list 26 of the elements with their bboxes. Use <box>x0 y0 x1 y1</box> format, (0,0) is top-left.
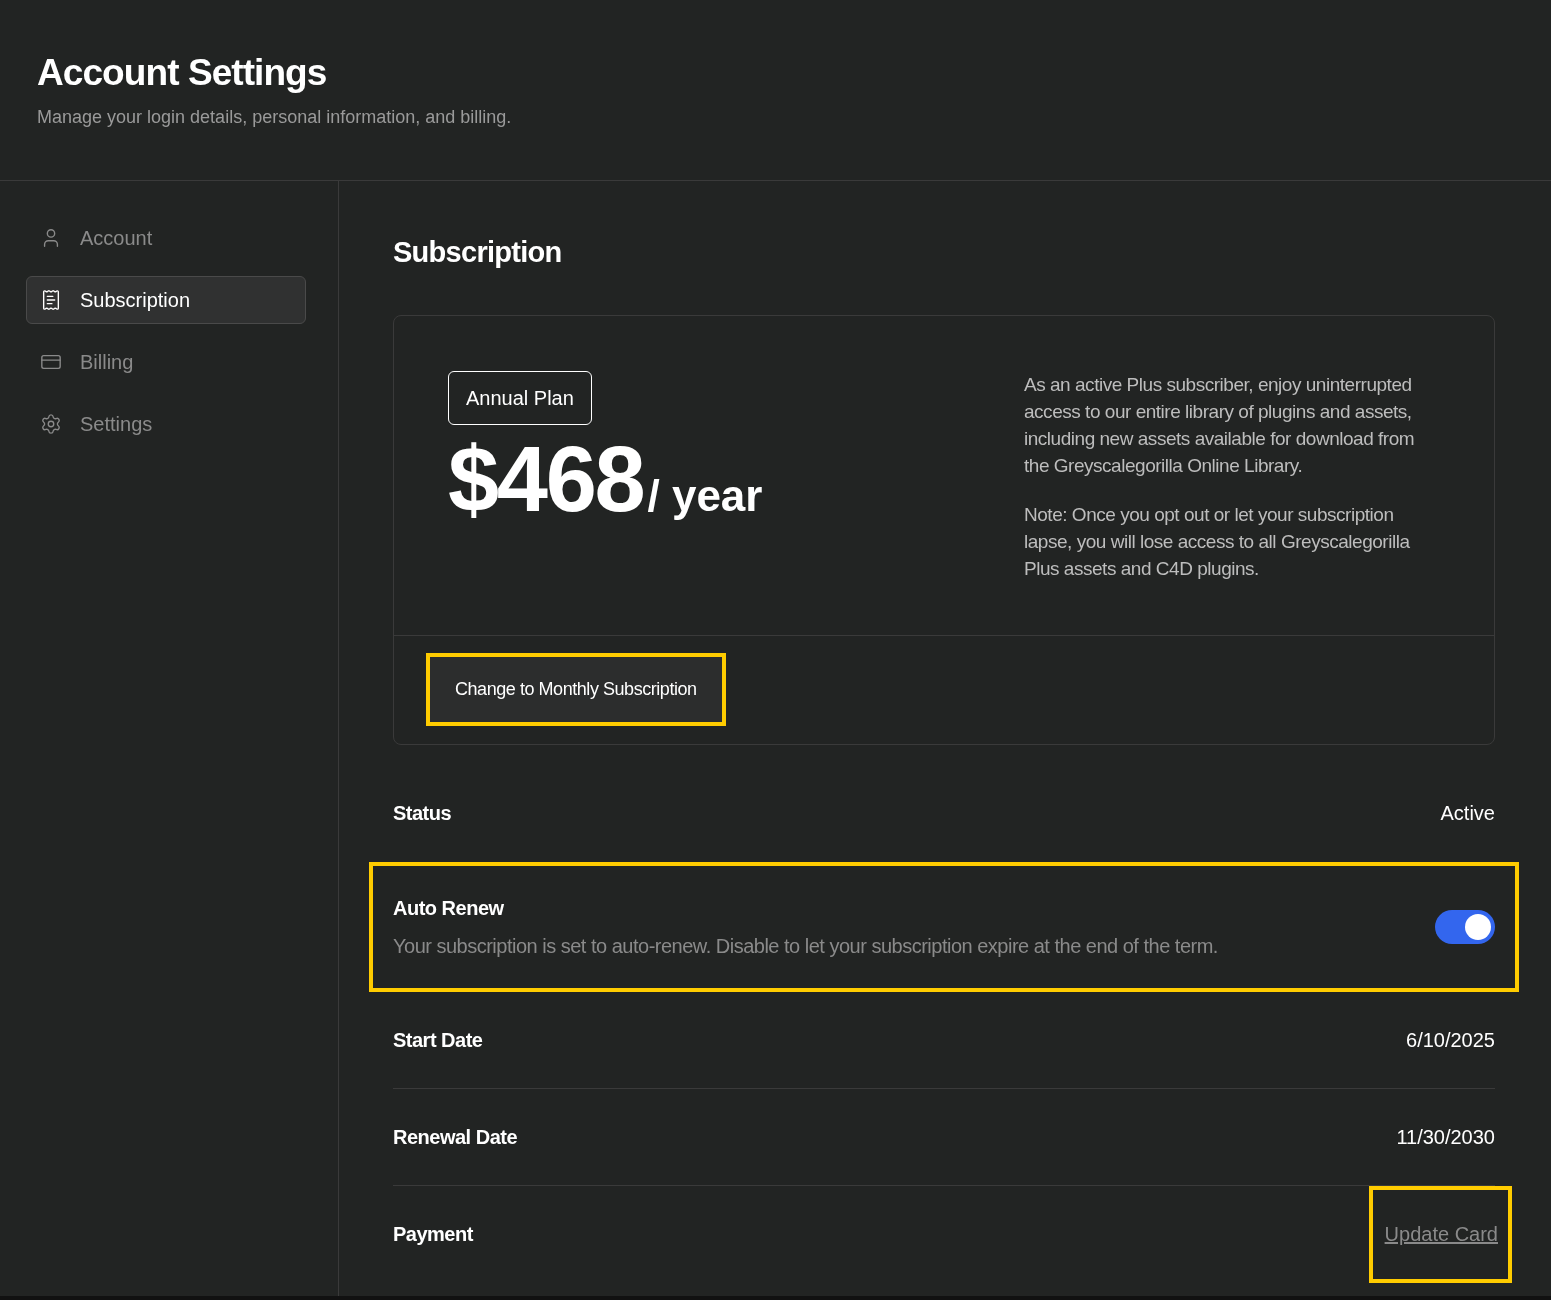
plan-badge: Annual Plan <box>448 370 592 425</box>
plan-description: As an active Plus subscriber, enjoy uninterrupted access to our entire library of plugins and assets, including new assets available for download from the Greyscalegorilla Online Library. <box>1024 372 1416 478</box>
receipt-icon <box>40 289 62 311</box>
row-label: Start Date <box>393 1027 483 1053</box>
price: $468 <box>448 432 644 525</box>
plan-note: Note: Once you opt out or let your subscription lapse, you will lose access to all Greyscalegorilla Plus assets and C4D plugins. <box>1024 502 1411 581</box>
sidebar-item[interactable]: Subscription <box>26 276 306 324</box>
row-label: Renewal Date <box>393 1124 518 1150</box>
row-value: 6/10/2025 <box>1406 1027 1495 1053</box>
row-value: 11/30/2030 <box>1396 1124 1495 1150</box>
sidebar-item[interactable]: Settings <box>26 400 306 448</box>
settings-icon <box>40 413 62 435</box>
row-label: Status <box>393 801 452 826</box>
update-card-link[interactable]: Update Card <box>1384 1219 1498 1249</box>
row-label: Auto Renew <box>393 895 505 921</box>
page-subtitle: Manage your login details, personal information, and billing. <box>37 106 512 130</box>
change-plan-button[interactable]: Change to Monthly Subscription <box>430 657 722 722</box>
row-description: Your subscription is set to auto-renew. Disable to let your subscription expire at the end of the term. <box>393 933 1218 959</box>
page-title: Account Settings <box>37 51 327 95</box>
sidebar-item[interactable]: Billing <box>26 338 306 386</box>
section-title: Subscription <box>393 235 563 270</box>
row-value: Active <box>1440 801 1495 826</box>
row-label: Payment <box>393 1222 473 1247</box>
sidebar-item[interactable]: Account <box>26 214 306 262</box>
price-period: / year <box>647 473 763 518</box>
toggle-switch[interactable] <box>1435 909 1495 944</box>
